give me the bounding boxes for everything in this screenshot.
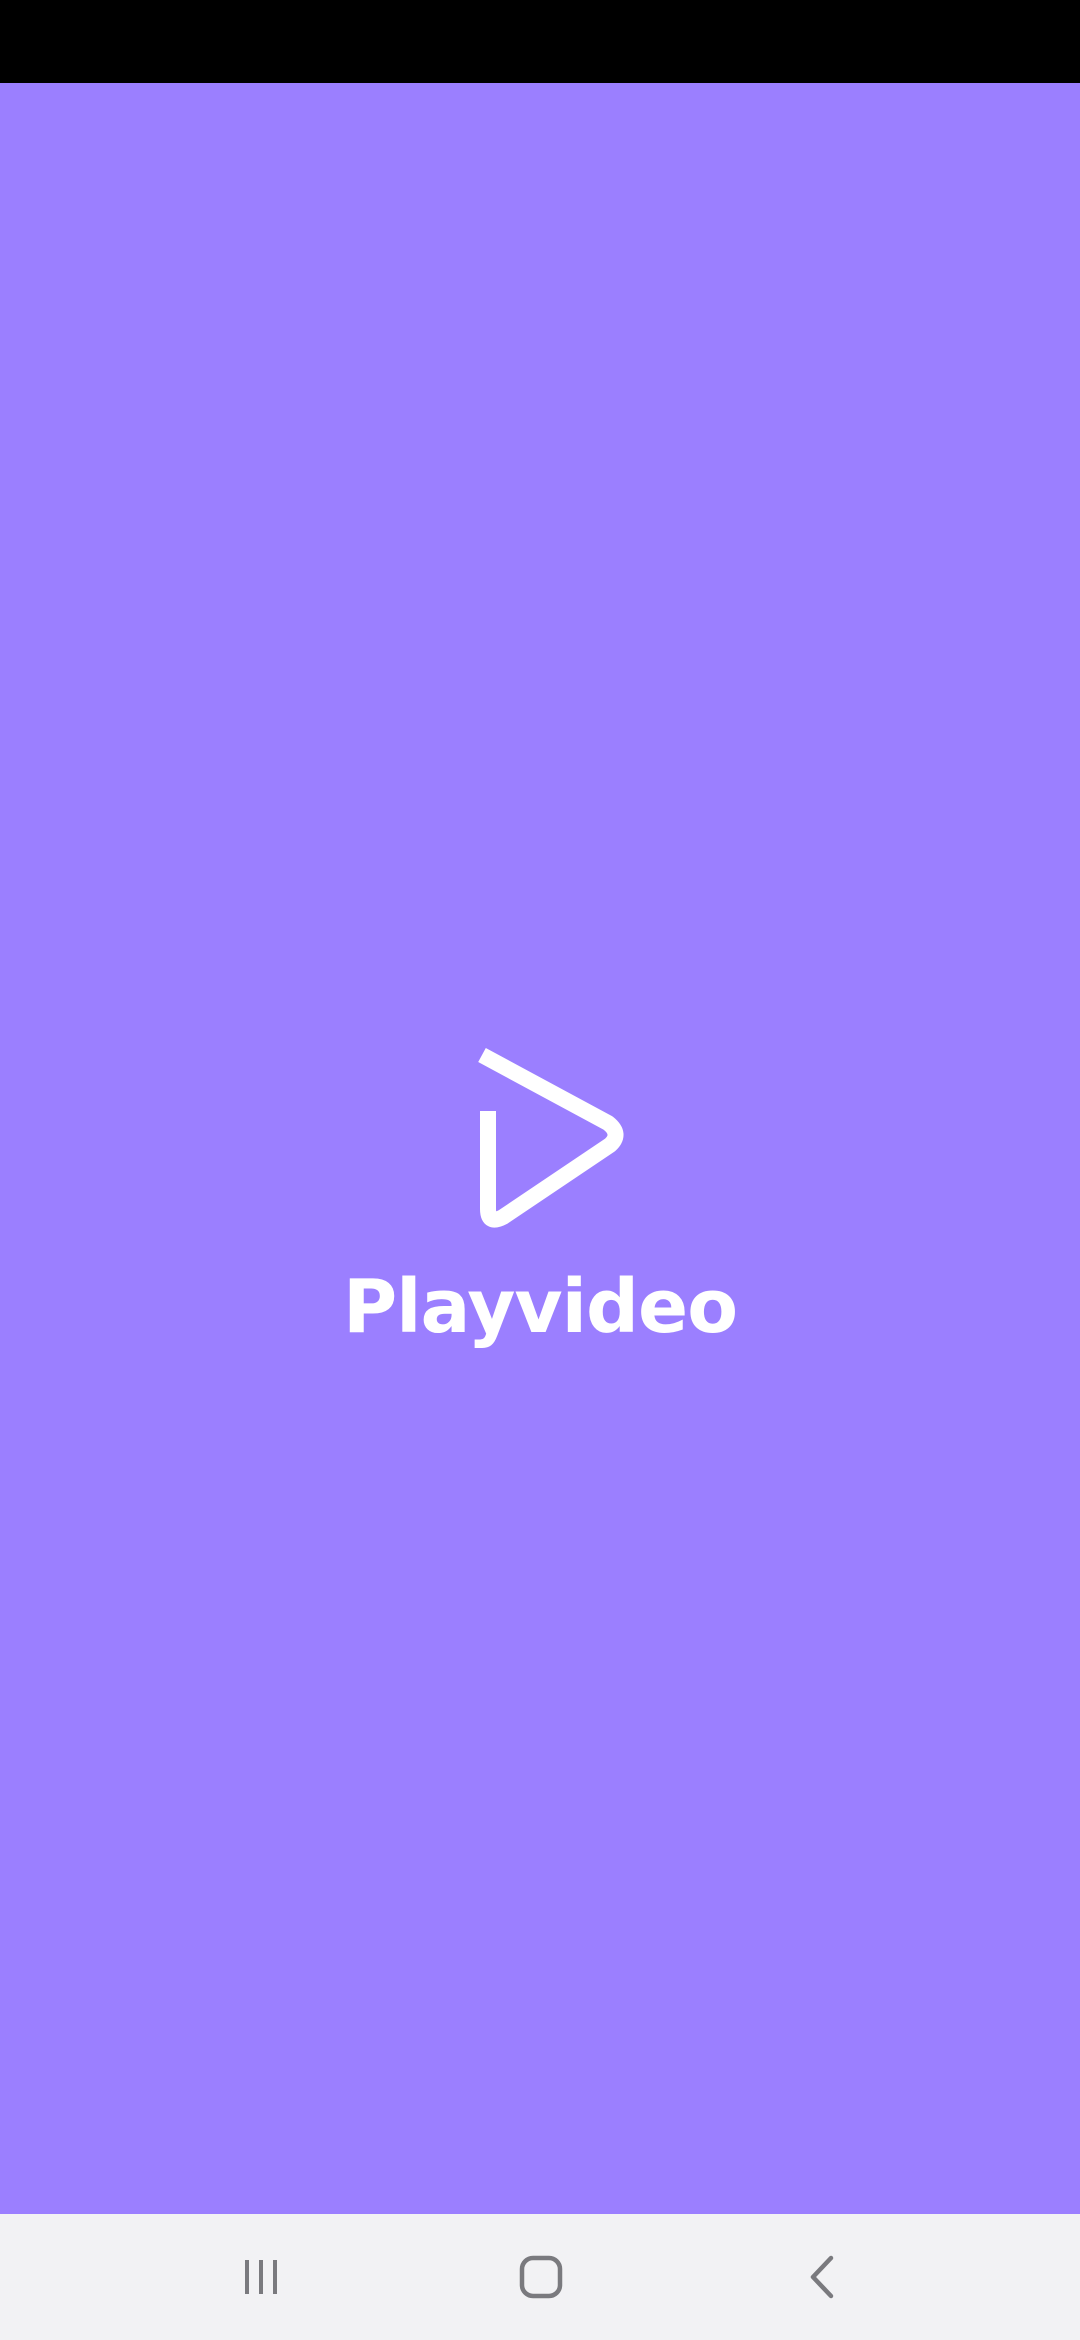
play-logo-icon [478,1047,624,1228]
back-button[interactable] [733,2214,913,2340]
home-icon [519,2255,563,2299]
app-name: Playvideo [342,1264,738,1350]
home-button[interactable] [451,2214,631,2340]
status-bar [0,0,1080,83]
navigation-bar [0,2214,1080,2340]
back-chevron-icon [810,2255,834,2299]
recents-button[interactable] [171,2214,351,2340]
recent-apps-icon [245,2260,277,2294]
